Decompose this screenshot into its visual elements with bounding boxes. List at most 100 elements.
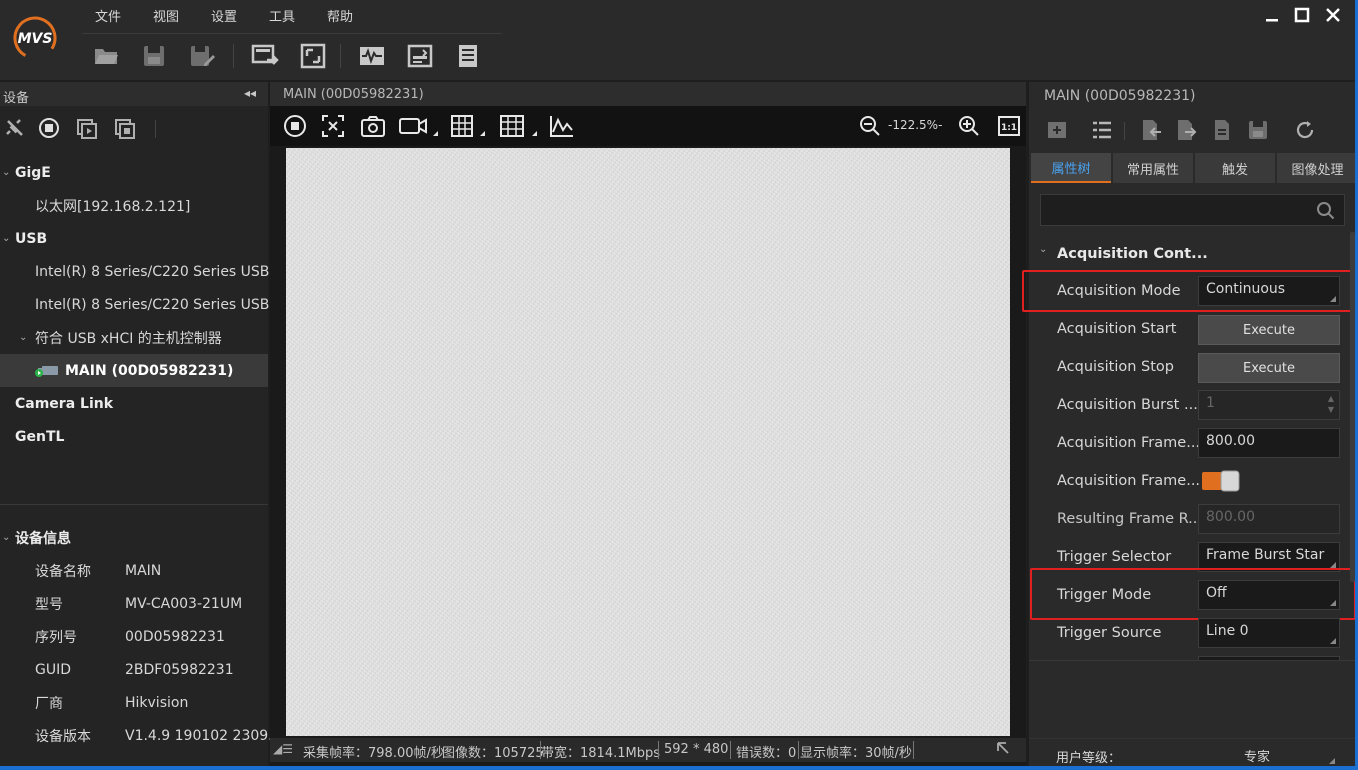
prop-name-acquisition-frame-rate-enable: Acquisition Frame... bbox=[1057, 473, 1201, 489]
image-tool-icon[interactable] bbox=[406, 42, 434, 70]
prop-name-resulting-frame-rate: Resulting Frame R... bbox=[1057, 511, 1203, 527]
info-row: 厂商 Hikvision bbox=[0, 686, 268, 719]
toolbar-separator bbox=[155, 120, 156, 138]
disconnect-icon[interactable] bbox=[4, 117, 26, 139]
fullscreen-icon[interactable] bbox=[299, 42, 327, 70]
expand-chevron-icon[interactable]: ⌄ bbox=[2, 532, 10, 543]
tab-trigger[interactable]: 触发 bbox=[1195, 153, 1275, 183]
menu-divider bbox=[82, 33, 502, 34]
open-folder-icon[interactable] bbox=[92, 42, 120, 70]
tree-label: 以太网[192.168.2.121] bbox=[35, 198, 191, 215]
trigger-source-select[interactable]: Line 0 bbox=[1198, 618, 1340, 648]
prop-name-trigger-mode: Trigger Mode bbox=[1057, 587, 1152, 603]
export-icon[interactable] bbox=[1174, 118, 1198, 142]
expand-chevron-icon[interactable]: ⌄ bbox=[2, 233, 10, 244]
tree-group-usb[interactable]: ⌄ USB bbox=[0, 222, 268, 255]
tree-group-camera-link[interactable]: Camera Link bbox=[0, 387, 268, 420]
resize-corner-icon[interactable] bbox=[996, 741, 1010, 755]
search-icon[interactable] bbox=[1316, 201, 1336, 221]
expand-chevron-icon[interactable]: ⌄ bbox=[2, 167, 10, 178]
user-level-select[interactable]: 专家 bbox=[1198, 741, 1338, 767]
tree-list-icon[interactable] bbox=[1090, 118, 1114, 142]
menu-settings[interactable]: 设置 bbox=[211, 6, 237, 25]
tree-group-gige[interactable]: ⌄ GigE bbox=[0, 156, 268, 189]
prop-value: Off bbox=[1206, 585, 1227, 601]
tab-image-processing[interactable]: 图像处理 bbox=[1277, 153, 1358, 183]
acquisition-burst-spinbox[interactable]: 1 ▲ ▼ bbox=[1198, 390, 1340, 420]
zoom-out-icon[interactable] bbox=[859, 115, 881, 137]
expand-all-icon[interactable] bbox=[1045, 118, 1069, 142]
ruler-grid-icon[interactable] bbox=[499, 114, 539, 138]
crosshair-icon[interactable] bbox=[321, 114, 345, 138]
status-errors: 错误数：0 bbox=[736, 746, 797, 761]
svg-text:1:1: 1:1 bbox=[1001, 123, 1017, 133]
spin-arrows-icon[interactable]: ▲ ▼ bbox=[1328, 393, 1334, 415]
collapse-panel-icon[interactable]: ◂◂ bbox=[244, 86, 256, 100]
property-search-input[interactable] bbox=[1040, 194, 1345, 226]
tab-common-properties[interactable]: 常用属性 bbox=[1113, 153, 1193, 183]
tree-group-gentl[interactable]: GenTL bbox=[0, 420, 268, 453]
info-key: 设备名称 bbox=[35, 563, 91, 580]
status-separator bbox=[730, 741, 731, 759]
start-all-icon[interactable] bbox=[76, 117, 98, 139]
document-icon[interactable] bbox=[1210, 118, 1234, 142]
device-window-icon[interactable] bbox=[251, 42, 279, 70]
status-separator bbox=[913, 741, 914, 759]
info-value: V1.4.9 190102 2309... bbox=[125, 727, 282, 744]
stop-icon[interactable] bbox=[38, 117, 60, 139]
zoom-in-icon[interactable] bbox=[958, 115, 980, 137]
actual-size-icon[interactable]: 1:1 bbox=[998, 116, 1020, 136]
image-view-title: MAIN (00D05982231) bbox=[270, 82, 1026, 106]
record-video-icon[interactable] bbox=[399, 114, 439, 138]
list-document-icon[interactable] bbox=[454, 42, 482, 70]
acquisition-stop-execute-button[interactable]: Execute bbox=[1198, 353, 1340, 383]
property-panel-title: MAIN (00D05982231) bbox=[1044, 88, 1196, 104]
device-info-header[interactable]: ⌄ 设备信息 bbox=[0, 521, 268, 554]
camera-image[interactable] bbox=[286, 148, 1010, 736]
menu-help[interactable]: 帮助 bbox=[327, 6, 353, 25]
tree-item-camera-main[interactable]: MAIN (00D05982231) bbox=[0, 354, 268, 387]
image-view-panel: MAIN (00D05982231) -122.5%- 1:1 ◢☰ 采集帧率：… bbox=[270, 82, 1026, 770]
minimize-icon[interactable] bbox=[1261, 4, 1283, 26]
import-icon[interactable] bbox=[1139, 118, 1163, 142]
grid-layout-icon[interactable] bbox=[450, 114, 490, 138]
frame-rate-enable-toggle[interactable] bbox=[1201, 470, 1241, 492]
save-as-icon[interactable] bbox=[188, 42, 216, 70]
stop-all-icon[interactable] bbox=[114, 117, 136, 139]
info-key: 厂商 bbox=[35, 695, 63, 712]
status-image-count: 图像数：105725 bbox=[442, 746, 544, 761]
save-icon[interactable] bbox=[140, 42, 168, 70]
info-value: Hikvision bbox=[125, 694, 189, 711]
expand-chevron-icon[interactable]: ⌄ bbox=[19, 332, 27, 343]
stop-grab-icon[interactable] bbox=[283, 114, 307, 138]
waveform-icon[interactable] bbox=[358, 42, 386, 70]
tab-property-tree[interactable]: 属性树 bbox=[1031, 153, 1111, 183]
menu-tools[interactable]: 工具 bbox=[269, 6, 295, 25]
acquisition-mode-select[interactable]: Continuous bbox=[1198, 276, 1340, 306]
prop-name-acquisition-start: Acquisition Start bbox=[1057, 321, 1177, 337]
menu-file[interactable]: 文件 bbox=[95, 6, 121, 25]
save-icon[interactable] bbox=[1246, 118, 1270, 142]
image-toolbar: -122.5%- 1:1 bbox=[270, 106, 1026, 146]
tree-item-usb-controller[interactable]: Intel(R) 8 Series/C220 Series USB... bbox=[0, 255, 283, 288]
status-fps: 采集帧率：798.00帧/秒 bbox=[303, 746, 444, 761]
close-icon[interactable] bbox=[1322, 4, 1344, 26]
menu-view[interactable]: 视图 bbox=[153, 6, 179, 25]
zoom-level: -122.5%- bbox=[888, 118, 943, 132]
acquisition-frame-rate-input[interactable]: 800.00 bbox=[1198, 428, 1340, 458]
camera-snapshot-icon[interactable] bbox=[360, 114, 386, 138]
refresh-icon[interactable] bbox=[1293, 118, 1317, 142]
tree-item-usb-controller[interactable]: Intel(R) 8 Series/C220 Series USB... bbox=[0, 288, 283, 321]
tree-item-ethernet[interactable]: 以太网[192.168.2.121] bbox=[0, 189, 268, 222]
maximize-icon[interactable] bbox=[1291, 4, 1313, 26]
expand-chevron-icon[interactable]: ⌄ bbox=[1039, 244, 1047, 255]
tree-item-xhci-controller[interactable]: ⌄ 符合 USB xHCI 的主机控制器 bbox=[0, 321, 268, 354]
trigger-mode-select[interactable]: Off bbox=[1198, 580, 1340, 610]
histogram-icon[interactable] bbox=[549, 114, 575, 138]
property-list-bottom bbox=[1029, 660, 1358, 661]
acquisition-start-execute-button[interactable]: Execute bbox=[1198, 315, 1340, 345]
info-key: 序列号 bbox=[35, 629, 77, 646]
prop-name-acquisition-frame-rate: Acquisition Frame... bbox=[1057, 435, 1201, 451]
expand-status-icon[interactable]: ◢☰ bbox=[273, 742, 293, 756]
user-level-value: 专家 bbox=[1244, 750, 1271, 765]
